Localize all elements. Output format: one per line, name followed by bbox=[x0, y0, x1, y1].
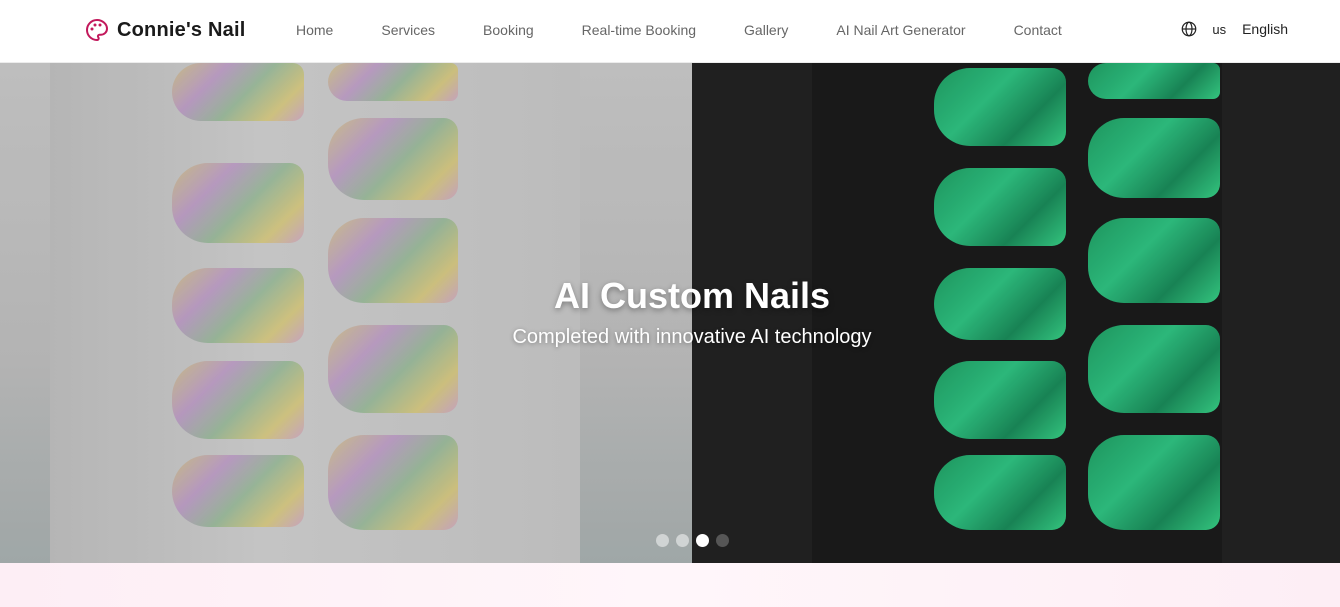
nav-contact[interactable]: Contact bbox=[1014, 22, 1062, 38]
language-name: English bbox=[1242, 21, 1288, 37]
nav-booking[interactable]: Booking bbox=[483, 22, 534, 38]
hero-carousel: AI Custom Nails Completed with innovativ… bbox=[0, 63, 1340, 563]
carousel-indicators bbox=[656, 534, 736, 547]
nav-ai-nail-art-generator[interactable]: AI Nail Art Generator bbox=[836, 22, 965, 38]
carousel-dot-1[interactable] bbox=[656, 534, 669, 547]
nav-gallery[interactable]: Gallery bbox=[744, 22, 788, 38]
site-header: Connie's Nail Home Services Booking Real… bbox=[0, 0, 1340, 63]
carousel-dot-4[interactable] bbox=[716, 534, 729, 547]
next-section bbox=[0, 563, 1340, 607]
carousel-dot-2[interactable] bbox=[676, 534, 689, 547]
language-selector[interactable]: us English bbox=[1180, 20, 1288, 38]
nav-home[interactable]: Home bbox=[296, 22, 333, 38]
brand-logo[interactable]: Connie's Nail bbox=[85, 18, 246, 42]
hero-subtitle: Completed with innovative AI technology bbox=[512, 326, 872, 348]
globe-icon bbox=[1181, 21, 1197, 37]
language-code: us bbox=[1212, 21, 1227, 37]
palette-icon bbox=[86, 18, 109, 42]
hero-title: AI Custom Nails bbox=[553, 275, 831, 316]
nav-realtime-booking[interactable]: Real-time Booking bbox=[582, 22, 696, 38]
main-nav: Home Services Booking Real-time Booking … bbox=[296, 22, 1110, 38]
brand-name: Connie's Nail bbox=[117, 18, 246, 41]
carousel-dot-3[interactable] bbox=[696, 534, 709, 547]
nav-services[interactable]: Services bbox=[381, 22, 435, 38]
